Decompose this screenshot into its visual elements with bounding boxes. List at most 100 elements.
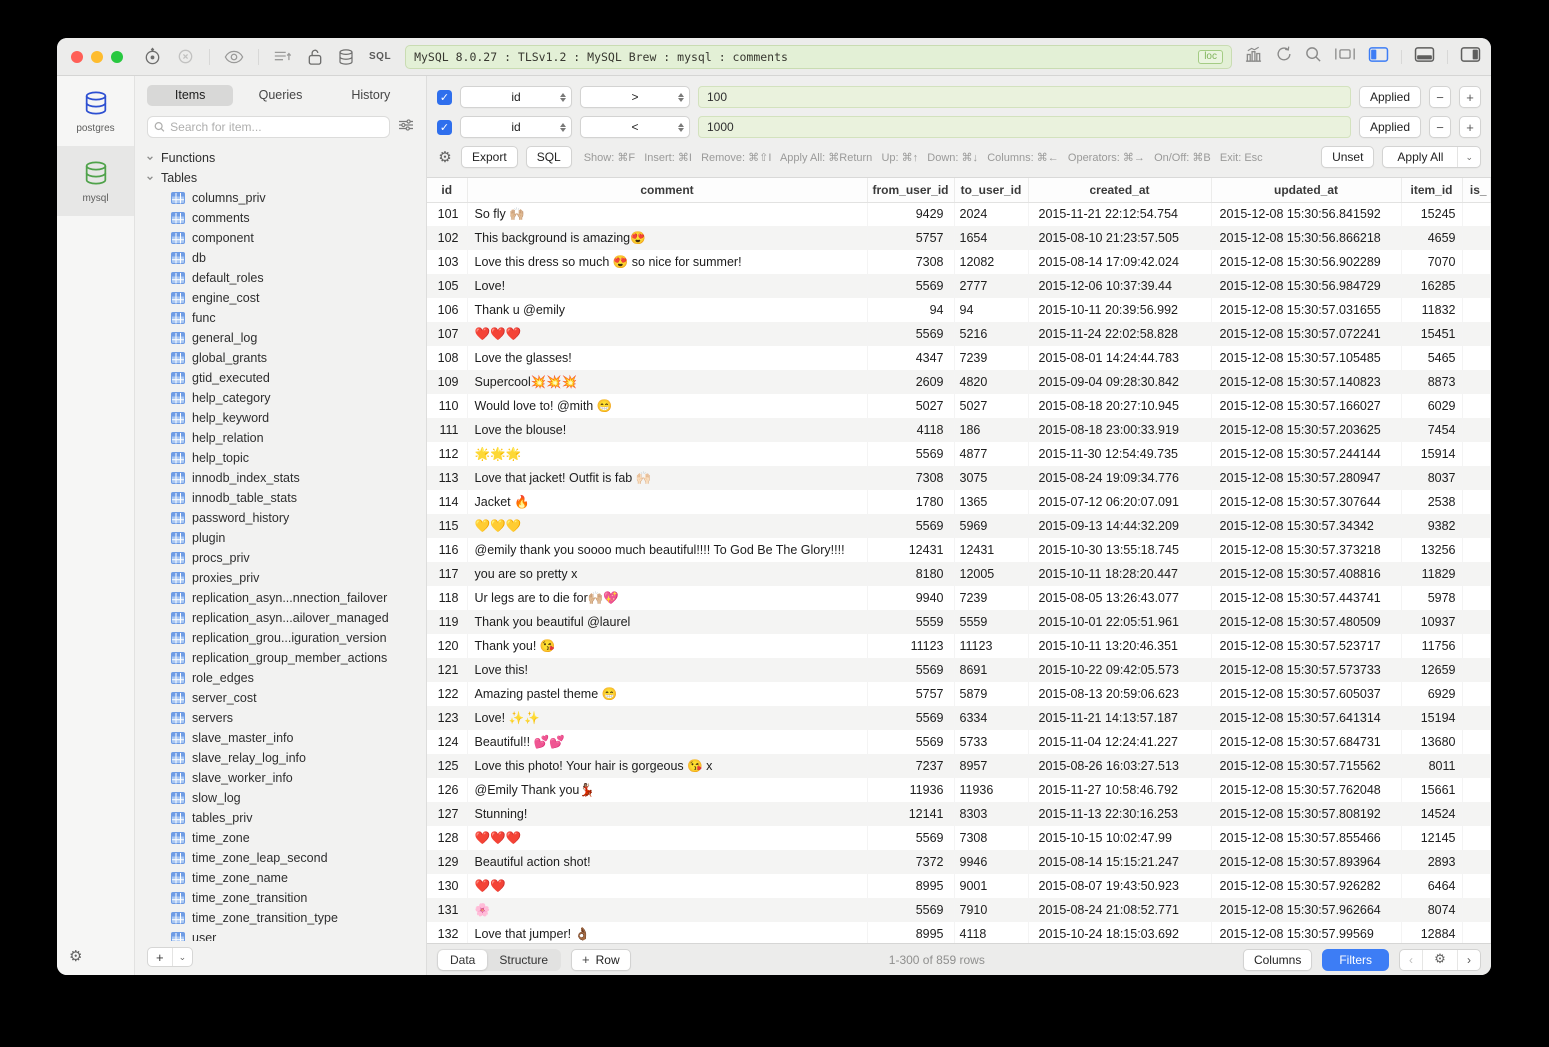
cell-updated_at[interactable]: 2015-12-08 15:30:57.99569 [1211, 922, 1401, 943]
cell-id[interactable]: 114 [427, 490, 467, 514]
filter-gear-icon[interactable]: ⚙ [437, 148, 453, 166]
filter-column-select[interactable]: id [460, 116, 572, 138]
cell-to_user_id[interactable]: 12082 [954, 250, 1028, 274]
cell-id[interactable]: 116 [427, 538, 467, 562]
cell-created_at[interactable]: 2015-08-01 14:24:44.783 [1028, 346, 1211, 370]
cell-id[interactable]: 128 [427, 826, 467, 850]
cell-comment[interactable]: Stunning! [467, 802, 867, 826]
cell-updated_at[interactable]: 2015-12-08 15:30:56.841592 [1211, 202, 1401, 226]
cell-item_id[interactable]: 8011 [1401, 754, 1462, 778]
apply-all-button[interactable]: Apply All ⌄ [1382, 146, 1481, 168]
table-row[interactable]: 114Jacket 🔥178013652015-07-12 06:20:07.0… [427, 490, 1491, 514]
cell-comment[interactable]: 🌟🌟🌟 [467, 442, 867, 466]
cell-comment[interactable]: Love this! [467, 658, 867, 682]
cell-item_id[interactable]: 8074 [1401, 898, 1462, 922]
cell-to_user_id[interactable]: 7239 [954, 586, 1028, 610]
cell-item_id[interactable]: 11756 [1401, 634, 1462, 658]
add-item-button[interactable]: + ⌄ [147, 947, 193, 967]
cell-comment[interactable]: ❤️❤️❤️ [467, 826, 867, 850]
sidebar-item-table[interactable]: replication_grou...iguration_version [145, 628, 426, 648]
cell-is_[interactable] [1462, 418, 1491, 442]
cell-is_[interactable] [1462, 442, 1491, 466]
cell-comment[interactable]: you are so pretty x [467, 562, 867, 586]
toggle-right-panel-icon[interactable] [1460, 46, 1481, 68]
cell-to_user_id[interactable]: 8691 [954, 658, 1028, 682]
cell-updated_at[interactable]: 2015-12-08 15:30:57.203625 [1211, 418, 1401, 442]
cell-item_id[interactable]: 8037 [1401, 466, 1462, 490]
export-button[interactable]: Export [461, 146, 518, 168]
table-row[interactable]: 118Ur legs are to die for🙌🏼💖994072392015… [427, 586, 1491, 610]
settings-gear-icon[interactable]: ⚙ [57, 939, 134, 975]
cell-item_id[interactable]: 7454 [1401, 418, 1462, 442]
prev-page-button[interactable]: ‹ [1400, 950, 1422, 970]
cell-is_[interactable] [1462, 562, 1491, 586]
cell-from_user_id[interactable]: 94 [867, 298, 954, 322]
sidebar-item-table[interactable]: global_grants [145, 348, 426, 368]
cell-id[interactable]: 113 [427, 466, 467, 490]
cell-item_id[interactable]: 7070 [1401, 250, 1462, 274]
cell-id[interactable]: 130 [427, 874, 467, 898]
cell-id[interactable]: 102 [427, 226, 467, 250]
cell-item_id[interactable]: 6929 [1401, 682, 1462, 706]
sidebar-item-table[interactable]: replication_group_member_actions [145, 648, 426, 668]
cell-comment[interactable]: Love that jacket! Outfit is fab 🙌🏻 [467, 466, 867, 490]
cell-id[interactable]: 127 [427, 802, 467, 826]
cell-from_user_id[interactable]: 5757 [867, 682, 954, 706]
cell-to_user_id[interactable]: 5733 [954, 730, 1028, 754]
cell-is_[interactable] [1462, 394, 1491, 418]
sidebar-item-table[interactable]: default_roles [145, 268, 426, 288]
cell-created_at[interactable]: 2015-10-11 13:20:46.351 [1028, 634, 1211, 658]
sidebar-item-table[interactable]: help_relation [145, 428, 426, 448]
cell-updated_at[interactable]: 2015-12-08 15:30:57.684731 [1211, 730, 1401, 754]
cell-item_id[interactable]: 15245 [1401, 202, 1462, 226]
filter-value-input[interactable] [698, 86, 1351, 108]
cell-updated_at[interactable]: 2015-12-08 15:30:57.307644 [1211, 490, 1401, 514]
cell-is_[interactable] [1462, 370, 1491, 394]
cell-item_id[interactable]: 15194 [1401, 706, 1462, 730]
table-row[interactable]: 132Love that jumper! 👌🏾899541182015-10-2… [427, 922, 1491, 943]
cell-from_user_id[interactable]: 11123 [867, 634, 954, 658]
cell-created_at[interactable]: 2015-08-13 20:59:06.623 [1028, 682, 1211, 706]
tab-history[interactable]: History [328, 85, 414, 106]
cell-created_at[interactable]: 2015-10-24 18:15:03.692 [1028, 922, 1211, 943]
cell-to_user_id[interactable]: 8303 [954, 802, 1028, 826]
filter-column-select[interactable]: id [460, 86, 572, 108]
minimize-window-button[interactable] [91, 51, 103, 63]
cell-created_at[interactable]: 2015-10-01 22:05:51.961 [1028, 610, 1211, 634]
sidebar-item-table[interactable]: columns_priv [145, 188, 426, 208]
table-row[interactable]: 102This background is amazing😍5757165420… [427, 226, 1491, 250]
table-row[interactable]: 110Would love to! @mith 😁502750272015-08… [427, 394, 1491, 418]
cell-comment[interactable]: Thank you! 😘 [467, 634, 867, 658]
cell-id[interactable]: 121 [427, 658, 467, 682]
table-row[interactable]: 129Beautiful action shot!737299462015-08… [427, 850, 1491, 874]
cell-to_user_id[interactable]: 8957 [954, 754, 1028, 778]
column-header-item_id[interactable]: item_id [1401, 178, 1462, 202]
cell-is_[interactable] [1462, 922, 1491, 943]
cell-created_at[interactable]: 2015-08-07 19:43:50.923 [1028, 874, 1211, 898]
sidebar-item-table[interactable]: role_edges [145, 668, 426, 688]
cell-to_user_id[interactable]: 5969 [954, 514, 1028, 538]
connection-mysql[interactable]: mysql [57, 146, 134, 216]
cell-id[interactable]: 125 [427, 754, 467, 778]
cell-created_at[interactable]: 2015-09-04 09:28:30.842 [1028, 370, 1211, 394]
sidebar-item-table[interactable]: innodb_table_stats [145, 488, 426, 508]
cell-created_at[interactable]: 2015-08-14 15:15:21.247 [1028, 850, 1211, 874]
disconnect-icon[interactable] [176, 47, 195, 66]
sidebar-item-table[interactable]: time_zone_name [145, 868, 426, 888]
table-row[interactable]: 127Stunning!1214183032015-11-13 22:30:16… [427, 802, 1491, 826]
sidebar-item-table[interactable]: gtid_executed [145, 368, 426, 388]
sidebar-item-table[interactable]: plugin [145, 528, 426, 548]
cell-created_at[interactable]: 2015-10-22 09:42:05.573 [1028, 658, 1211, 682]
add-filter-button[interactable]: + [1459, 116, 1481, 138]
cell-updated_at[interactable]: 2015-12-08 15:30:57.140823 [1211, 370, 1401, 394]
sidebar-item-table[interactable]: help_keyword [145, 408, 426, 428]
sql-editor-icon[interactable]: SQL [369, 51, 391, 62]
cell-is_[interactable] [1462, 898, 1491, 922]
cell-item_id[interactable]: 13256 [1401, 538, 1462, 562]
chevron-down-icon[interactable]: ⌄ [1457, 147, 1480, 167]
cell-comment[interactable]: Jacket 🔥 [467, 490, 867, 514]
chevron-down-icon[interactable]: ⌄ [172, 948, 193, 966]
sidebar-item-table[interactable]: user [145, 928, 426, 941]
cell-created_at[interactable]: 2015-09-13 14:44:32.209 [1028, 514, 1211, 538]
cell-from_user_id[interactable]: 5569 [867, 322, 954, 346]
